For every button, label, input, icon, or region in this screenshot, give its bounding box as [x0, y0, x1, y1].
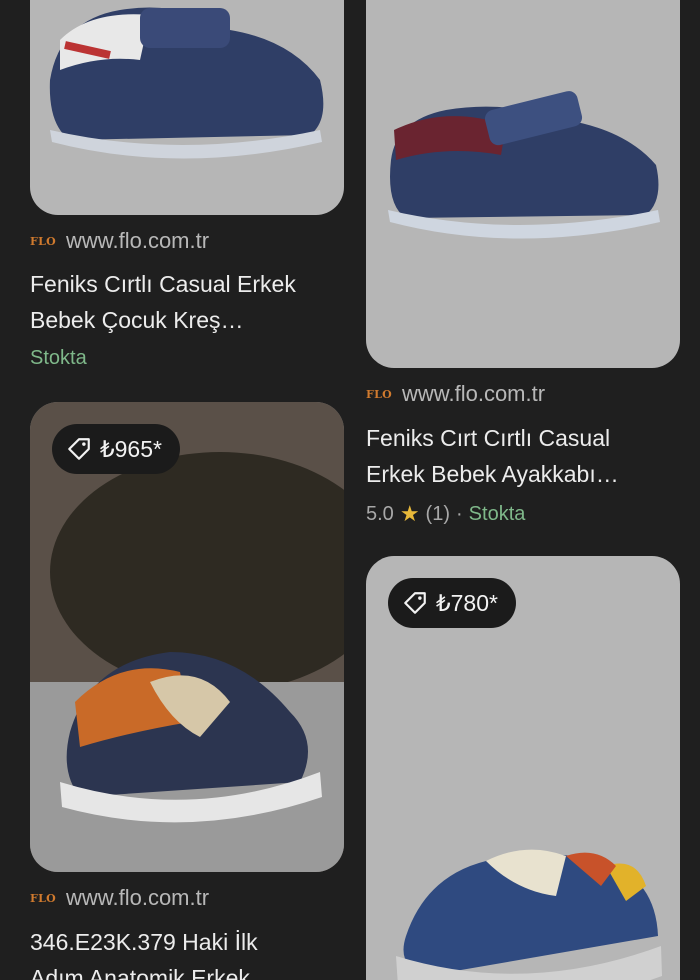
result-title-3[interactable]: 346.E23K.379 Haki İlk Adım Anatomik Erke…	[30, 924, 340, 980]
rating-value: 5.0	[366, 502, 394, 525]
title-line: 346.E23K.379 Haki İlk	[30, 929, 258, 955]
result-source-2[interactable]: FLO www.flo.com.tr	[366, 381, 545, 407]
title-line: Adım Anatomik Erkek	[30, 965, 250, 980]
price-chip[interactable]: ₺965*	[52, 424, 180, 474]
product-image-2[interactable]	[366, 0, 680, 368]
result-source-1[interactable]: FLO www.flo.com.tr	[30, 228, 209, 254]
tag-icon	[404, 592, 426, 614]
meta-separator: ·	[456, 502, 463, 525]
price-value: ₺780*	[436, 589, 498, 616]
result-meta-2: 5.0 ★ (1) · Stokta	[366, 501, 525, 527]
result-title-1[interactable]: Feniks Cırtlı Casual Erkek Bebek Çocuk K…	[30, 266, 340, 338]
star-icon: ★	[399, 501, 420, 526]
source-domain: www.flo.com.tr	[66, 228, 210, 253]
stock-status: Stokta	[468, 502, 526, 525]
title-line: Bebek Çocuk Kreş…	[30, 307, 244, 333]
price-value: ₺965*	[100, 435, 162, 462]
result-source-3[interactable]: FLO www.flo.com.tr	[30, 885, 209, 911]
title-line: Feniks Cırtlı Casual Erkek	[30, 271, 296, 297]
product-image-3[interactable]: ₺965*	[30, 402, 344, 872]
result-title-2[interactable]: Feniks Cırt Cırtlı Casual Erkek Bebek Ay…	[366, 420, 676, 492]
flo-logo: FLO	[366, 387, 393, 401]
stock-status: Stokta	[30, 347, 87, 369]
source-domain: www.flo.com.tr	[66, 885, 210, 910]
source-domain: www.flo.com.tr	[402, 381, 546, 406]
title-line: Feniks Cırt Cırtlı Casual	[366, 425, 611, 451]
product-image-1[interactable]	[30, 0, 344, 215]
price-chip[interactable]: ₺780*	[388, 578, 516, 628]
tag-icon	[68, 438, 90, 460]
review-count: (1)	[425, 502, 450, 525]
flo-logo: FLO	[30, 234, 57, 248]
result-meta-1: Stokta	[30, 347, 87, 370]
navy-white-loafer-image	[49, 7, 324, 159]
flo-logo: FLO	[30, 891, 57, 905]
navy-burgundy-loafer-image	[388, 91, 660, 239]
title-line: Erkek Bebek Ayakkabı…	[366, 461, 619, 487]
product-image-4[interactable]: ₺780*	[366, 556, 680, 980]
